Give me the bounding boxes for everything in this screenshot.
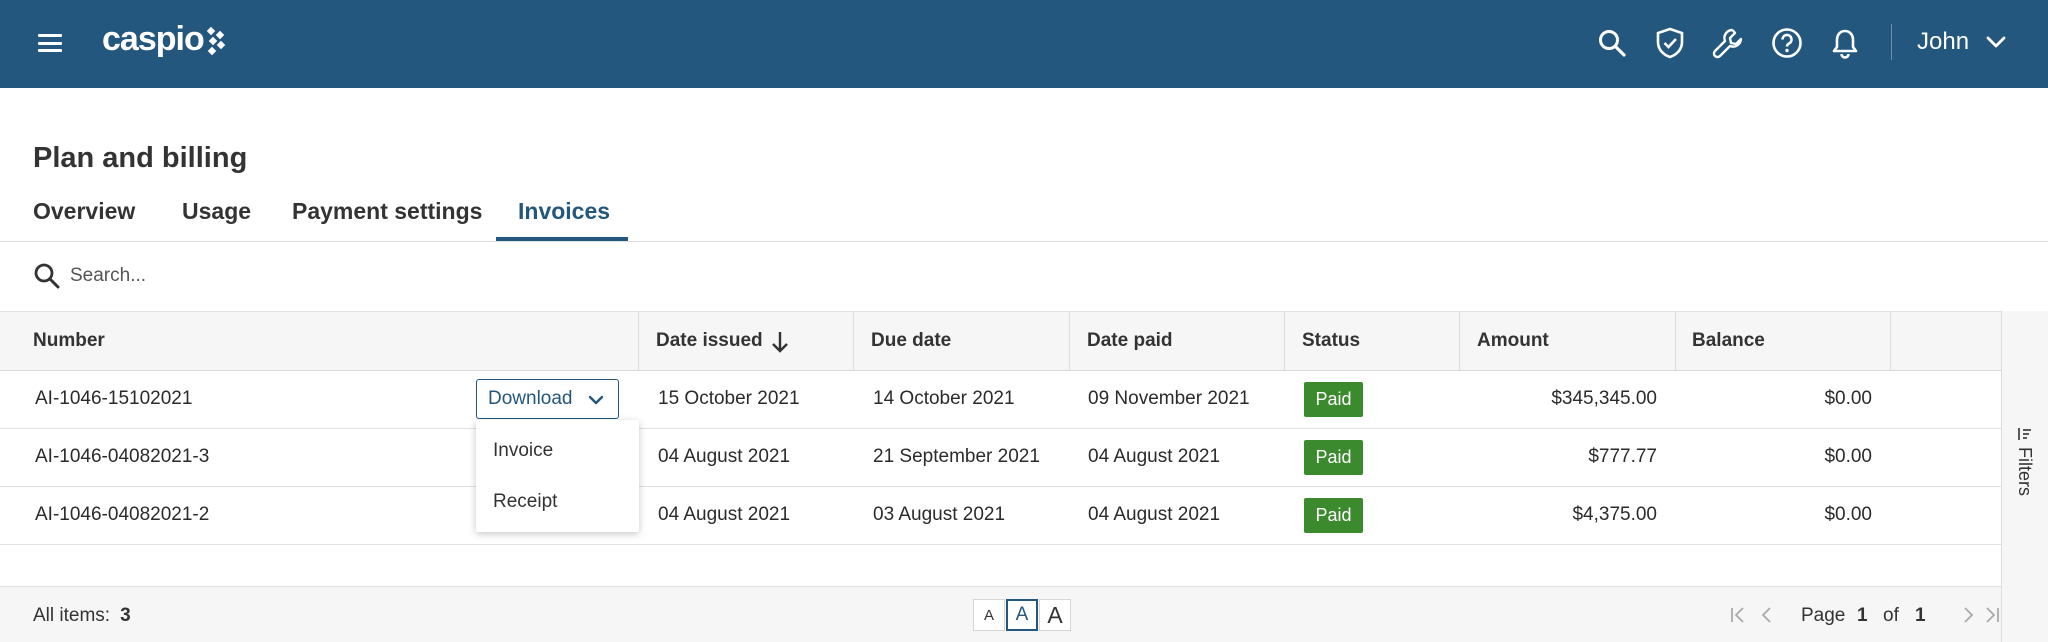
tab-usage[interactable]: Usage	[182, 198, 251, 225]
download-button[interactable]: Download	[476, 379, 619, 419]
due-date: 21 September 2021	[873, 446, 1040, 467]
column-header-status[interactable]: Status	[1302, 330, 1360, 352]
tab-bar: Overview Usage Payment settings Invoices	[0, 190, 2048, 242]
column-header-date-paid[interactable]: Date paid	[1087, 330, 1173, 352]
tab-invoices[interactable]: Invoices	[518, 198, 610, 225]
shield-check-icon[interactable]	[1651, 24, 1689, 62]
date-issued: 04 August 2021	[658, 446, 791, 467]
status-badge: Paid	[1304, 382, 1363, 417]
filters-label[interactable]: Filters	[2014, 447, 2035, 496]
filter-icon	[2017, 426, 2033, 442]
search-icon	[33, 262, 61, 290]
total-pages: 1	[1915, 605, 1926, 626]
download-menu: Invoice Receipt	[476, 420, 639, 532]
of-label: of	[1883, 605, 1899, 626]
chevron-down-icon	[588, 392, 604, 408]
top-navigation-bar: caspio John	[0, 0, 2048, 88]
invoice-number: AI-1046-15102021	[35, 388, 193, 409]
column-separator	[1890, 311, 1891, 371]
next-page-icon[interactable]	[1958, 605, 1978, 625]
all-items-count: All items: 3	[33, 605, 131, 627]
all-items-value: 3	[120, 605, 131, 626]
text-size-small-button[interactable]: A	[973, 599, 1005, 631]
current-page[interactable]: 1	[1857, 605, 1868, 627]
column-separator	[1284, 311, 1285, 371]
first-page-icon[interactable]	[1728, 605, 1748, 625]
balance: $0.00	[1824, 504, 1872, 525]
header-divider	[1891, 24, 1892, 60]
page-title: Plan and billing	[33, 142, 248, 174]
menu-item-invoice[interactable]: Invoice	[493, 440, 553, 462]
search-input[interactable]	[70, 258, 670, 294]
search-icon[interactable]	[1593, 24, 1631, 62]
divider	[0, 241, 2048, 242]
last-page-icon[interactable]	[1985, 605, 2001, 625]
date-paid: 09 November 2021	[1088, 388, 1250, 409]
column-header-date-issued[interactable]: Date issued	[656, 330, 763, 352]
table-footer: All items: 3 A A A Page 1 of 1	[0, 586, 2001, 642]
amount: $777.77	[1588, 446, 1657, 467]
table-row[interactable]: AI-1046-04082021-2 04 August 2021 03 Aug…	[0, 487, 2001, 545]
invoice-number: AI-1046-04082021-2	[35, 504, 210, 525]
chevron-down-icon[interactable]	[1984, 30, 2008, 54]
bell-icon[interactable]	[1826, 24, 1864, 62]
wrench-icon[interactable]	[1709, 24, 1747, 62]
table-row[interactable]: AI-1046-04082021-3 04 August 2021 21 Sep…	[0, 429, 2001, 487]
date-issued: 04 August 2021	[658, 504, 791, 525]
date-paid: 04 August 2021	[1088, 446, 1221, 467]
sort-descending-icon[interactable]	[769, 329, 791, 355]
previous-page-icon[interactable]	[1757, 605, 1777, 625]
table-row[interactable]: AI-1046-15102021 15 October 2021 14 Octo…	[0, 371, 2001, 429]
date-paid: 04 August 2021	[1088, 504, 1221, 525]
column-separator	[1675, 311, 1676, 371]
all-items-label: All items:	[33, 605, 111, 626]
balance: $0.00	[1824, 388, 1872, 409]
user-name[interactable]: John	[1917, 28, 1969, 56]
due-date: 03 August 2021	[873, 504, 1006, 525]
logo-text: caspio	[102, 20, 205, 58]
column-header-number[interactable]: Number	[33, 330, 105, 352]
column-header-due-date[interactable]: Due date	[871, 330, 951, 352]
text-size-medium-button[interactable]: A	[1006, 599, 1038, 631]
amount: $345,345.00	[1551, 388, 1657, 409]
status-badge: Paid	[1304, 440, 1363, 475]
tab-payment-settings[interactable]: Payment settings	[292, 198, 482, 225]
table-header: Number Date issued Due date Date paid St…	[0, 311, 2001, 371]
text-size-large-button[interactable]: A	[1039, 599, 1071, 631]
column-separator	[1459, 311, 1460, 371]
invoice-number: AI-1046-04082021-3	[35, 446, 210, 467]
page-label: Page	[1801, 605, 1846, 626]
menu-icon[interactable]	[38, 31, 62, 55]
column-separator	[853, 311, 854, 371]
caspio-logo[interactable]: caspio	[102, 20, 226, 59]
tab-overview[interactable]: Overview	[33, 198, 135, 225]
status-badge: Paid	[1304, 498, 1363, 533]
balance: $0.00	[1824, 446, 1872, 467]
help-icon[interactable]	[1768, 24, 1806, 62]
column-separator	[638, 311, 639, 371]
download-label: Download	[488, 388, 573, 409]
due-date: 14 October 2021	[873, 388, 1015, 409]
logo-mark	[206, 26, 226, 56]
amount: $4,375.00	[1572, 504, 1657, 525]
column-separator	[1069, 311, 1070, 371]
menu-item-receipt[interactable]: Receipt	[493, 491, 557, 513]
column-header-balance[interactable]: Balance	[1692, 330, 1765, 352]
date-issued: 15 October 2021	[658, 388, 800, 409]
column-header-amount[interactable]: Amount	[1477, 330, 1549, 352]
